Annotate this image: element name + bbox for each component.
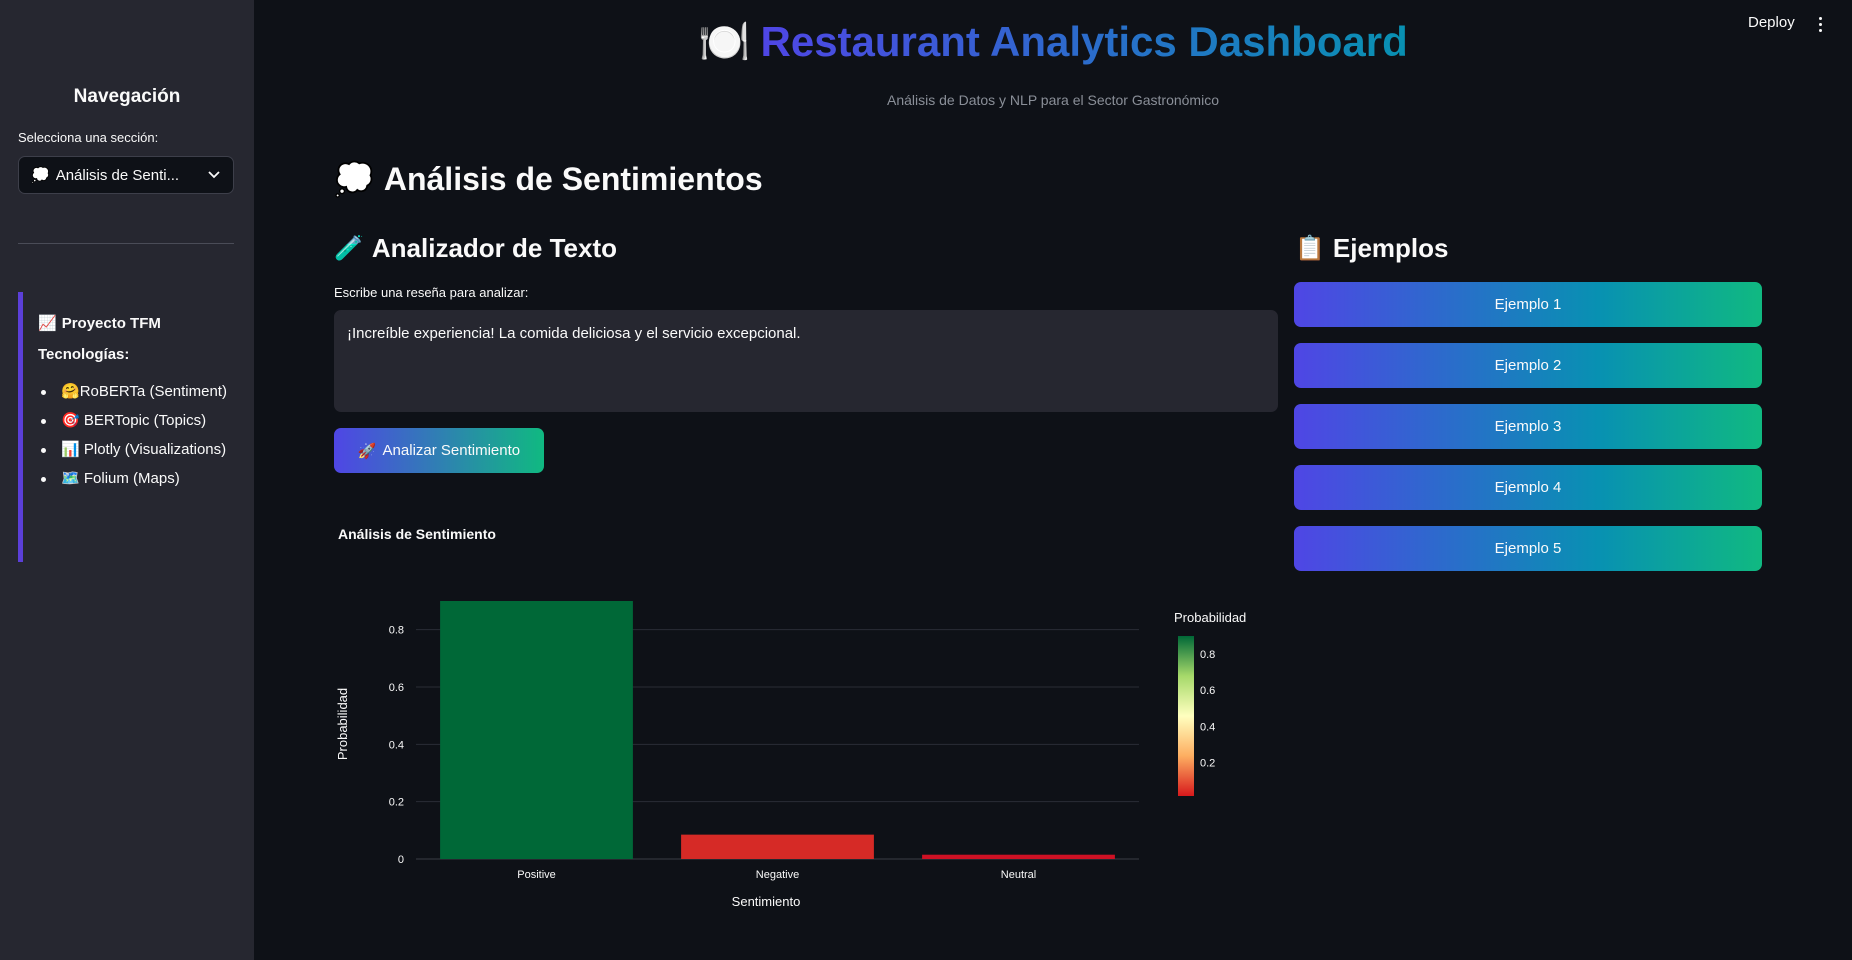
sidebar-title: Navegación (73, 86, 181, 107)
chart-bars (440, 601, 1115, 859)
example-4-button[interactable]: Ejemplo 4 (1294, 465, 1762, 510)
list-item: 📊 Plotly (Visualizations) (38, 437, 238, 463)
example-5-button[interactable]: Ejemplo 5 (1294, 526, 1762, 571)
chevron-down-icon (207, 168, 221, 182)
examples-list: Ejemplo 1 Ejemplo 2 Ejemplo 3 Ejemplo 4 … (1294, 282, 1762, 587)
examples-heading: 📋 Ejemplos (1295, 233, 1448, 264)
project-title: 📈 Proyecto TFM (38, 314, 254, 333)
colorbar-tick-label: 0.6 (1200, 685, 1215, 697)
section-select-value: Análisis de Senti... (55, 166, 180, 184)
tech-label: RoBERTa (Sentiment) (79, 383, 227, 400)
list-item: 🗺️ Folium (Maps) (38, 466, 238, 492)
analyzer-heading-text: Analizador de Texto (371, 233, 617, 263)
example-1-button[interactable]: Ejemplo 1 (1294, 282, 1762, 327)
app-title-text: Restaurant Analytics Dashboard (760, 18, 1408, 65)
technologies-list: 🤗RoBERTa (Sentiment) 🎯 BERTopic (Topics)… (38, 379, 254, 492)
analyzer-heading: 🧪 Analizador de Texto (334, 233, 617, 264)
y-axis-ticks: 0 0.2 0.4 0.6 0.8 (389, 625, 404, 866)
x-axis-label: Sentimiento (732, 894, 801, 909)
y-tick-label: 0 (398, 854, 404, 866)
colorbar-title: Probabilidad (1174, 610, 1246, 625)
map-icon: 🗺️ (61, 470, 80, 487)
bar (440, 601, 633, 859)
x-tick-label: Negative (756, 869, 799, 881)
plate-cutlery-icon: 🍽️ (698, 18, 751, 65)
bar (681, 834, 874, 859)
examples-heading-text: Ejemplos (1332, 233, 1449, 263)
rocket-icon: 🚀 (357, 442, 377, 460)
colorbar (1178, 636, 1194, 796)
review-input[interactable]: ¡Increíble experiencia! La comida delici… (334, 310, 1278, 412)
technologies-title: Tecnologías: (38, 346, 130, 363)
app-subtitle: Análisis de Datos y NLP para el Sector G… (886, 92, 1219, 108)
tech-label: Plotly (Visualizations) (83, 441, 227, 458)
sidebar: Navegación Selecciona una sección: 💭 Aná… (0, 0, 254, 960)
sentiment-chart: Análisis de Sentimiento 0 0.2 0.4 0.6 0.8 Po… (334, 516, 1270, 916)
y-axis-label: Probabilidad (335, 688, 350, 760)
bar (922, 854, 1115, 859)
sentiment-chart-svg: Análisis de Sentimiento 0 0.2 0.4 0.6 0.8 Po… (335, 526, 1246, 909)
thought-bubble-icon: 💭 (31, 167, 50, 184)
tech-label: Folium (Maps) (83, 470, 180, 487)
example-2-button[interactable]: Ejemplo 2 (1294, 343, 1762, 388)
list-item: 🤗RoBERTa (Sentiment) (38, 379, 238, 405)
y-tick-label: 0.6 (389, 682, 404, 694)
bar-chart-icon: 📊 (61, 441, 80, 458)
chart-up-icon: 📈 (38, 315, 57, 332)
y-tick-label: 0.4 (389, 739, 404, 751)
project-info-card: 📈 Proyecto TFM Tecnologías: 🤗RoBERTa (Se… (18, 292, 254, 562)
list-item: 🎯 BERTopic (Topics) (38, 408, 238, 434)
y-tick-label: 0.8 (389, 625, 404, 637)
clipboard-icon: 📋 (1295, 235, 1325, 262)
review-input-label: Escribe una reseña para analizar: (334, 285, 529, 300)
colorbar-tick-label: 0.8 (1200, 649, 1215, 661)
y-tick-label: 0.2 (389, 797, 404, 809)
hugging-face-icon: 🤗 (61, 383, 80, 400)
section-title: 💭 Análisis de Sentimientos (334, 160, 763, 198)
target-icon: 🎯 (61, 412, 80, 429)
app-title: 🍽️ Restaurant Analytics Dashboard (254, 18, 1852, 67)
x-tick-label: Neutral (1001, 869, 1036, 881)
colorbar-tick-label: 0.4 (1200, 721, 1215, 733)
sidebar-divider (18, 243, 234, 244)
analyze-sentiment-label: Analizar Sentimiento (382, 442, 521, 459)
x-axis-ticks: Positive Negative Neutral (517, 869, 1036, 881)
section-title-text: Análisis de Sentimientos (383, 160, 763, 197)
section-select-label: Selecciona una sección: (18, 130, 159, 145)
colorbar-tick-label: 0.2 (1200, 758, 1215, 770)
analyze-sentiment-button[interactable]: 🚀 Analizar Sentimiento (334, 428, 544, 473)
x-tick-label: Positive (517, 869, 556, 881)
chart-title: Análisis de Sentimiento (338, 526, 496, 542)
project-title-text: Proyecto TFM (61, 314, 161, 332)
example-3-button[interactable]: Ejemplo 3 (1294, 404, 1762, 449)
thought-bubble-icon: 💭 (334, 161, 374, 197)
test-tube-icon: 🧪 (334, 235, 364, 262)
colorbar-ticks: 0.2 0.4 0.6 0.8 (1200, 649, 1215, 769)
tech-label: BERTopic (Topics) (83, 412, 207, 429)
section-select[interactable]: 💭 Análisis de Senti... (18, 156, 234, 194)
